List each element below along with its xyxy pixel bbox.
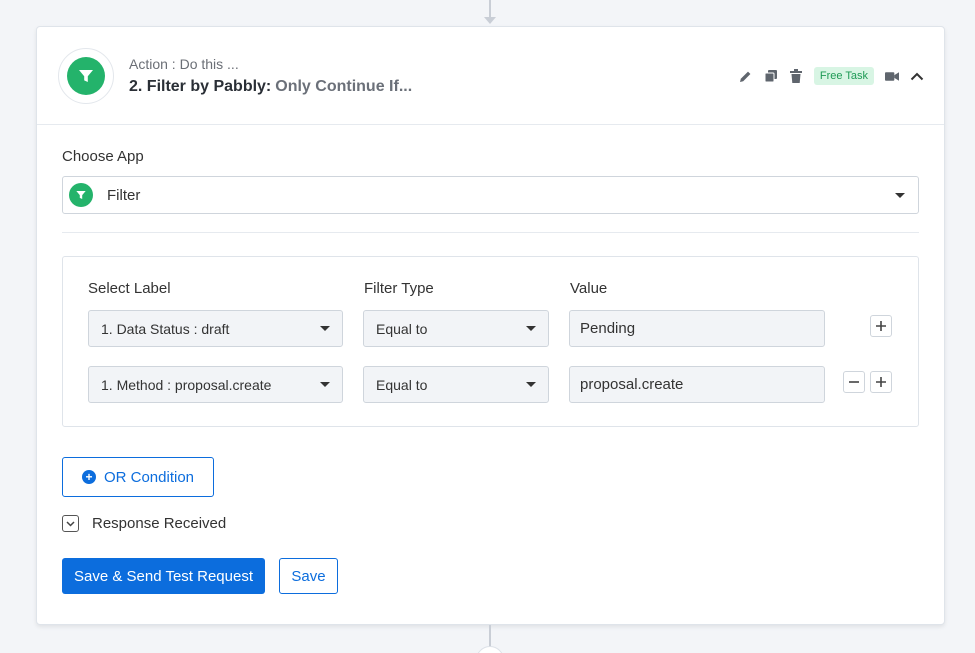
copy-icon[interactable]	[764, 69, 778, 83]
pencil-icon[interactable]	[739, 69, 753, 83]
step-title-main: 2. Filter by Pabbly:	[129, 78, 272, 95]
action-step-card: Action : Do this ... 2. Filter by Pabbly…	[36, 26, 945, 625]
caret-down-icon	[320, 326, 330, 331]
caret-down-icon	[320, 382, 330, 387]
filter-type-value: Equal to	[376, 376, 428, 393]
step-header[interactable]: Action : Do this ... 2. Filter by Pabbly…	[37, 27, 944, 125]
caret-down-icon	[895, 193, 905, 198]
response-received-label[interactable]: Response Received	[92, 515, 226, 532]
select-label-header: Select Label	[88, 280, 171, 297]
divider	[62, 232, 919, 233]
chevron-down-icon	[66, 520, 75, 527]
flow-arrow-icon	[484, 17, 496, 24]
free-task-badge: Free Task	[813, 67, 874, 85]
caret-down-icon	[526, 382, 536, 387]
video-camera-icon[interactable]	[885, 69, 899, 83]
filter-type-dropdown[interactable]: Equal to	[363, 310, 549, 347]
select-label-value: 1. Method : proposal.create	[101, 376, 272, 393]
step-title: 2. Filter by Pabbly: Only Continue If...	[129, 78, 412, 96]
or-condition-label: OR Condition	[103, 468, 195, 486]
response-toggle[interactable]	[62, 515, 79, 532]
filter-type-header: Filter Type	[364, 280, 434, 297]
filter-funnel-icon	[67, 57, 105, 95]
remove-condition-button[interactable]	[843, 371, 865, 393]
value-header: Value	[570, 280, 608, 297]
value-input[interactable]: Pending	[569, 310, 825, 347]
value-input[interactable]: proposal.create	[569, 366, 825, 403]
save-button[interactable]: Save	[279, 558, 338, 594]
add-step-circle[interactable]	[476, 646, 504, 653]
save-send-test-button[interactable]: Save & Send Test Request	[62, 558, 265, 594]
step-subtitle: Action : Do this ...	[129, 56, 239, 72]
filter-conditions-panel: Select Label Filter Type Value 1. Data S…	[62, 256, 919, 427]
chevron-up-icon[interactable]	[910, 69, 924, 83]
choose-app-label: Choose App	[62, 148, 144, 165]
plus-circle-icon: +	[81, 470, 96, 484]
select-label-dropdown[interactable]: 1. Data Status : draft	[88, 310, 343, 347]
step-toolbar: Free Task	[739, 67, 924, 85]
filter-type-value: Equal to	[376, 320, 428, 337]
add-condition-button[interactable]	[870, 371, 892, 393]
choose-app-value: Filter	[107, 186, 141, 204]
filter-type-dropdown[interactable]: Equal to	[363, 366, 549, 403]
filter-funnel-icon	[69, 183, 93, 207]
select-label-dropdown[interactable]: 1. Method : proposal.create	[88, 366, 343, 403]
or-condition-button[interactable]: + OR Condition	[62, 457, 214, 497]
step-title-suffix: Only Continue If...	[275, 78, 413, 95]
caret-down-icon	[526, 326, 536, 331]
app-logo	[58, 48, 114, 104]
add-condition-button[interactable]	[870, 315, 892, 337]
trash-icon[interactable]	[789, 69, 803, 83]
choose-app-select[interactable]: Filter	[62, 176, 919, 214]
select-label-value: 1. Data Status : draft	[101, 320, 230, 337]
